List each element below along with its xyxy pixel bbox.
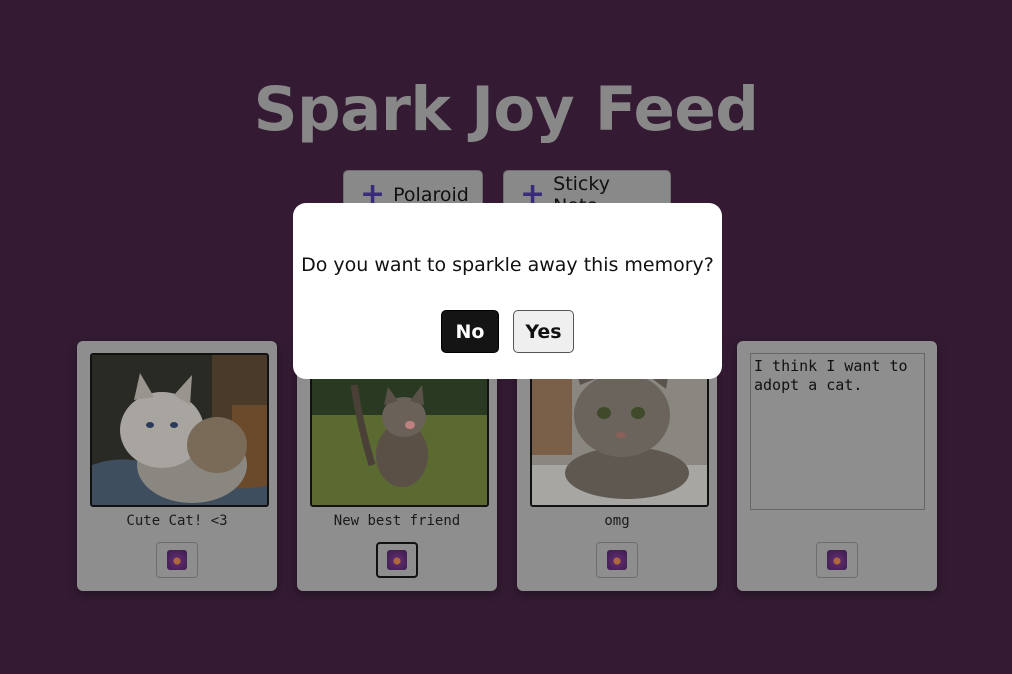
page-title: Spark Joy Feed (253, 74, 759, 145)
sparkle-delete-button[interactable] (376, 542, 418, 578)
yes-button[interactable]: Yes (513, 310, 574, 353)
polaroid-card: Cute Cat! <3 (77, 341, 277, 591)
kitten-photo (90, 353, 269, 507)
sparkle-icon (827, 550, 847, 570)
polaroid-caption: omg (604, 513, 630, 529)
confirm-dialog: Do you want to sparkle away this memory?… (293, 203, 722, 379)
sticky-note-card: I think I want to adopt a cat. (737, 341, 937, 591)
sparkle-delete-button[interactable] (596, 542, 638, 578)
no-button[interactable]: No (441, 310, 499, 353)
sparkle-delete-button[interactable] (816, 542, 858, 578)
sparkle-icon (167, 550, 187, 570)
sticky-note-textarea[interactable]: I think I want to adopt a cat. (750, 353, 925, 510)
sparkle-delete-button[interactable] (156, 542, 198, 578)
sparkle-icon (607, 550, 627, 570)
sparkle-icon (387, 550, 407, 570)
polaroid-caption: New best friend (333, 513, 461, 529)
polaroid-caption: Cute Cat! <3 (126, 513, 228, 529)
dialog-message: Do you want to sparkle away this memory? (301, 254, 714, 276)
